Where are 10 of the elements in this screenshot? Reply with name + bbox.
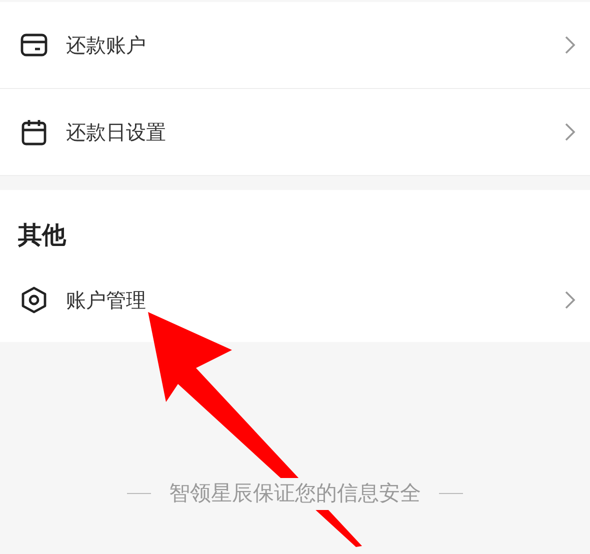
chevron-icon bbox=[564, 35, 576, 55]
chevron-icon bbox=[564, 122, 576, 142]
dash-icon bbox=[127, 493, 151, 494]
chevron-icon bbox=[564, 290, 576, 310]
dash-icon bbox=[439, 493, 463, 494]
card-icon bbox=[20, 33, 48, 57]
section-title: 其他 bbox=[17, 220, 68, 251]
security-note: 智领星辰保证您的信息安全 bbox=[169, 478, 421, 510]
hexagon-icon bbox=[20, 286, 48, 314]
calendar-icon bbox=[20, 118, 48, 146]
